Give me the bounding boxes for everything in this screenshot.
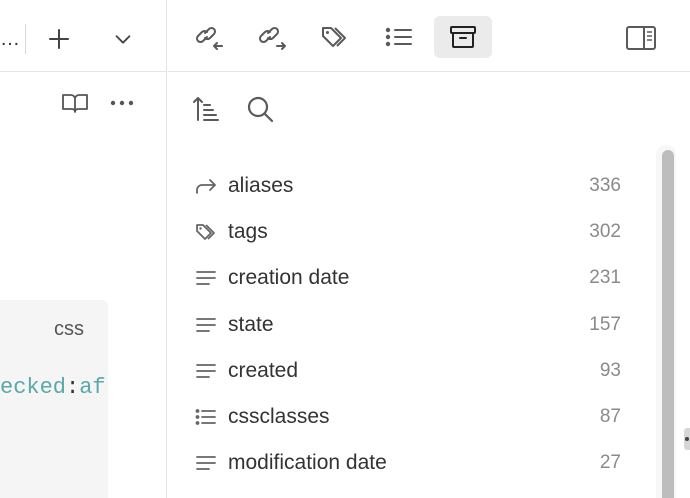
property-count: 336: [589, 175, 621, 197]
sort-button[interactable]: [190, 93, 224, 125]
tags-tab[interactable]: [318, 17, 354, 57]
property-count: 27: [599, 452, 621, 474]
property-count: 157: [589, 313, 621, 335]
property-count: 87: [599, 406, 621, 428]
sidebar-toggle-icon: [625, 25, 657, 51]
list-item[interactable]: aliases 336: [192, 163, 632, 209]
tab-header: …: [0, 0, 167, 72]
property-name: aliases: [228, 174, 294, 198]
property-count: 302: [589, 221, 621, 243]
tags-icon: [320, 23, 352, 51]
text-lines-icon: [195, 451, 225, 475]
book-open-icon: [61, 91, 89, 115]
search-icon: [245, 94, 275, 124]
list-icon: [195, 405, 225, 429]
reading-view-button[interactable]: [60, 90, 90, 116]
property-name: modification date: [228, 451, 387, 475]
code-line: ecked:af: [0, 375, 108, 400]
property-count: 93: [599, 359, 621, 381]
outgoing-links-tab[interactable]: [255, 17, 291, 57]
code-block: css ecked:af: [0, 300, 108, 498]
list-item[interactable]: modification date 27: [192, 440, 632, 486]
text-lines-icon: [195, 266, 225, 290]
code-pseudo-text: af: [79, 375, 106, 400]
list-item[interactable]: state 157: [192, 302, 632, 348]
tab-list-button[interactable]: [108, 24, 138, 54]
sort-icon: [192, 95, 222, 123]
list-item[interactable]: created 93: [192, 348, 632, 394]
list-item[interactable]: cssclasses 87: [192, 394, 632, 440]
more-options-button[interactable]: [107, 90, 137, 116]
property-count: 231: [589, 267, 621, 289]
text-lines-icon: [195, 359, 225, 383]
list-item[interactable]: creation date 231: [192, 255, 632, 301]
tab-title-truncated[interactable]: …: [0, 28, 20, 51]
property-name: cssclasses: [228, 405, 330, 429]
sidebar-toolbar: [168, 0, 690, 72]
list-icon: [385, 25, 413, 49]
app-window: … css ecked:af aliases 336 tags 302 crea…: [0, 0, 690, 498]
tab-divider: [25, 24, 26, 54]
text-lines-icon: [195, 313, 225, 337]
scrollbar-thumb[interactable]: [662, 150, 674, 498]
properties-list: aliases 336 tags 302 creation date 231 s…: [192, 163, 632, 486]
list-item[interactable]: tags 302: [192, 209, 632, 255]
toggle-sidebar-button[interactable]: [623, 20, 659, 56]
sidebar-pane: aliases 336 tags 302 creation date 231 s…: [168, 0, 690, 498]
code-selector-text: ecked: [0, 375, 67, 400]
search-button[interactable]: [243, 93, 277, 125]
link-outgoing-icon: [258, 22, 288, 52]
forward-arrow-icon: [195, 174, 225, 198]
resize-handle-dot: [685, 437, 689, 441]
code-colon: :: [66, 375, 80, 400]
code-language-label: css: [54, 318, 84, 340]
property-name: created: [228, 358, 299, 382]
editor-pane: … css ecked:af: [0, 0, 167, 498]
property-name: tags: [228, 220, 268, 244]
archive-icon: [449, 24, 477, 50]
property-name: creation date: [228, 266, 350, 290]
chevron-down-icon: [112, 28, 134, 50]
all-properties-tab[interactable]: [434, 16, 492, 58]
plus-icon: [47, 27, 71, 51]
link-incoming-icon: [195, 22, 225, 52]
new-tab-button[interactable]: [44, 24, 74, 54]
outline-tab[interactable]: [381, 17, 417, 57]
backlinks-tab[interactable]: [192, 17, 228, 57]
tags-icon: [195, 220, 225, 244]
property-name: state: [228, 312, 274, 336]
more-horizontal-icon: [109, 99, 135, 107]
